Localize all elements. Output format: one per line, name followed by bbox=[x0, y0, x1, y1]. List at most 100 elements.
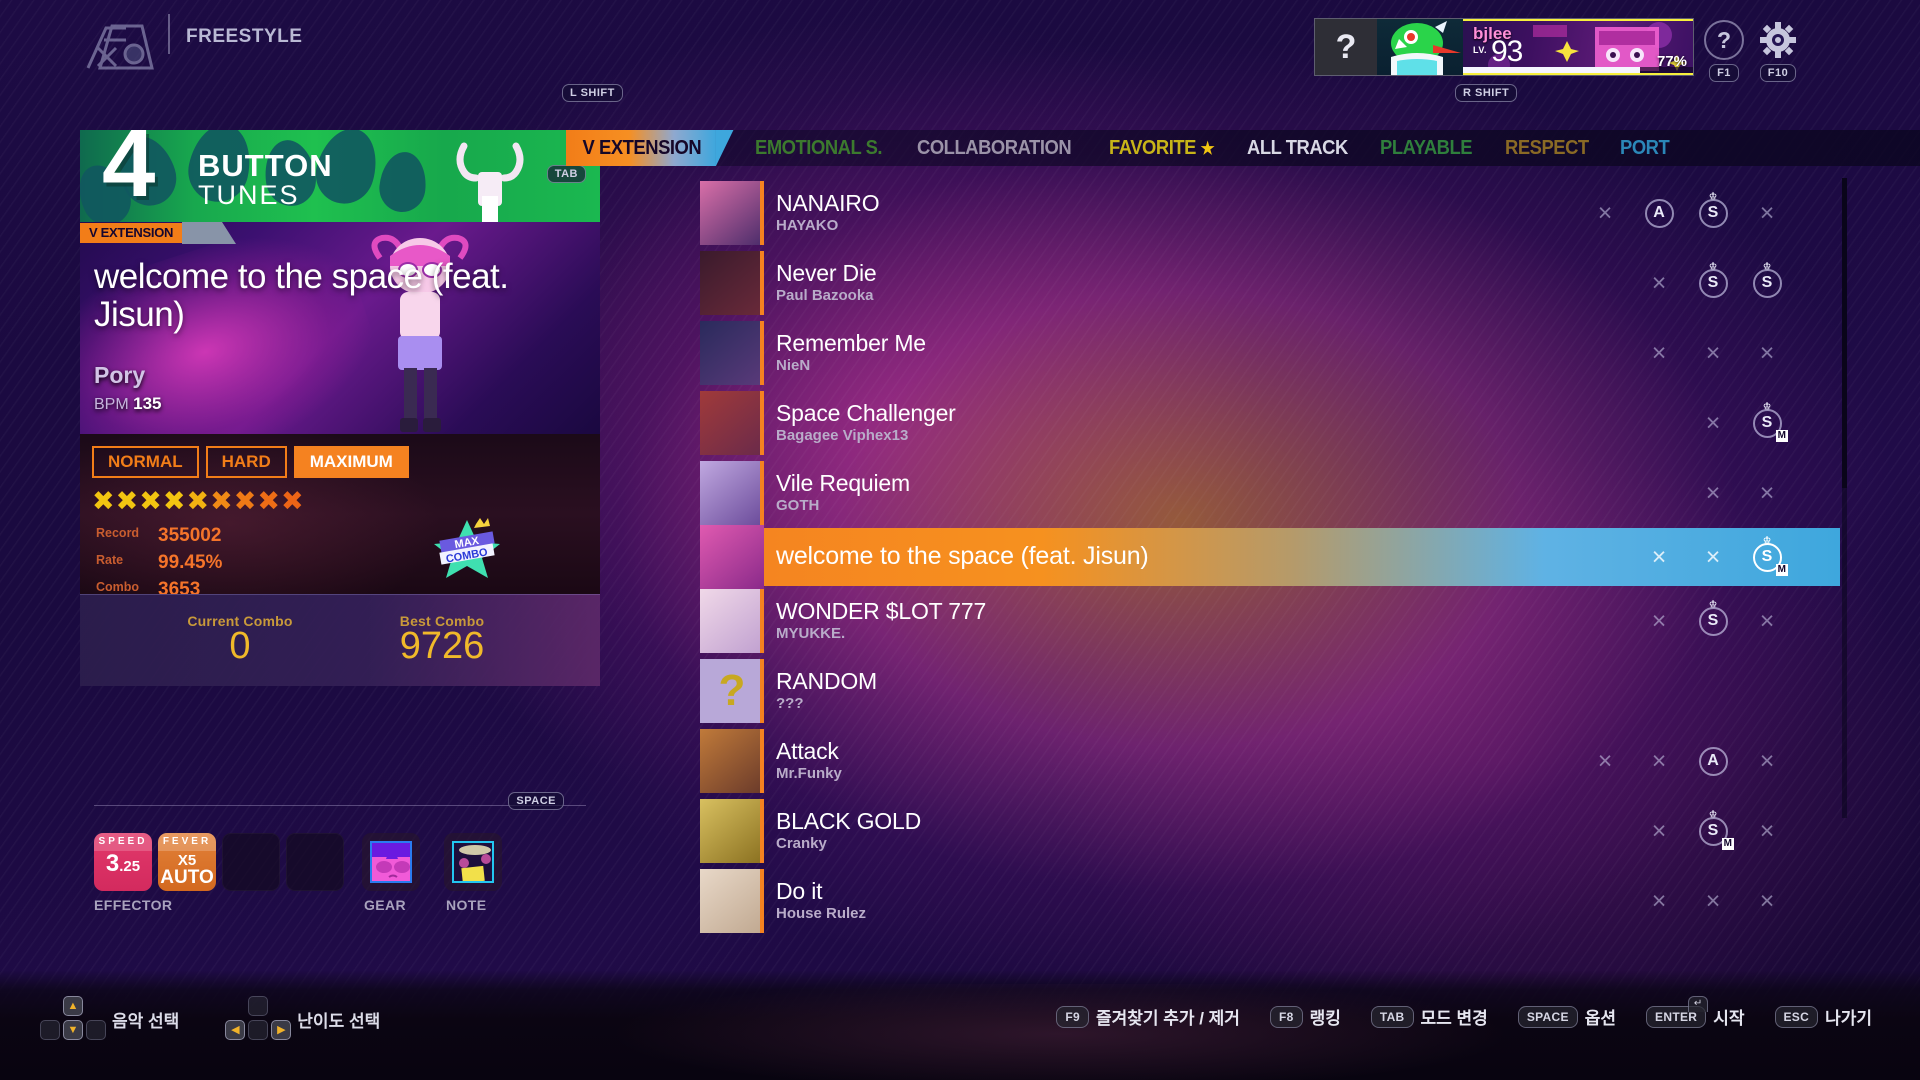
song-row-title: Remember Me bbox=[776, 329, 926, 356]
song-row-selected[interactable]: welcome to the space (feat. Jisun) × × ♔ S M bbox=[700, 525, 1840, 589]
song-category-badge: V EXTENSION bbox=[80, 222, 237, 244]
tab-favorite[interactable]: FAVORITE ★ bbox=[1109, 137, 1215, 160]
tab-label: RESPECT bbox=[1504, 136, 1589, 159]
speed-effector-slot[interactable]: SPEED 3.25 bbox=[94, 833, 152, 891]
help-button[interactable]: ? F1 bbox=[1702, 20, 1746, 83]
song-row-artist: ??? bbox=[776, 695, 804, 713]
fever-effector-slot[interactable]: FEVER X5 AUTO bbox=[158, 833, 216, 891]
tab-all-track[interactable]: ALL TRACK bbox=[1247, 137, 1348, 160]
profile-level: 93 bbox=[1491, 35, 1523, 68]
difficulty-button-normal[interactable]: NORMAL bbox=[92, 446, 199, 478]
song-rank-marks: × × ♔ S M bbox=[1644, 535, 1840, 576]
tab-port[interactable]: PORT bbox=[1620, 137, 1670, 160]
unplayed-x-icon: × bbox=[1705, 886, 1721, 915]
settings-key: F10 bbox=[1759, 64, 1797, 83]
djmax-song-select-screen: FREESTYLE ? bjlee LV. 93 77% ? F1 F10 4 … bbox=[0, 0, 1920, 1080]
record-row: Combo 3653 bbox=[96, 580, 222, 594]
profile-percent: 77% bbox=[1656, 53, 1687, 70]
difficulty-star: ✖ bbox=[162, 486, 186, 516]
tab-respect[interactable]: RESPECT bbox=[1505, 137, 1589, 160]
fever-multiplier: X5 bbox=[177, 852, 197, 869]
effector-row: SPACE SPEED 3.25 FEVER X5 AUTO EFFECTOR … bbox=[80, 792, 600, 913]
song-row-artist: Bagagee Viphex13 bbox=[776, 427, 909, 445]
song-category-label: V EXTENSION bbox=[80, 223, 183, 243]
action-hint-key: F8 bbox=[1269, 1005, 1303, 1028]
song-row[interactable]: NANAIRO HAYAKO × A ♔ S × bbox=[700, 178, 1840, 248]
song-row[interactable]: WONDER $LOT 777 MYUKKE. × ♔ S × bbox=[700, 586, 1840, 656]
song-text: WONDER $LOT 777 MYUKKE. bbox=[776, 597, 1644, 643]
action-hint-f8[interactable]: F8 랭킹 bbox=[1269, 1004, 1341, 1029]
difficulty-star: ✖ bbox=[233, 486, 257, 516]
song-row-title: Space Challenger bbox=[776, 399, 956, 426]
difficulty-button-maximum[interactable]: MAXIMUM bbox=[293, 446, 409, 478]
rank-badge-a-icon: A bbox=[1698, 746, 1728, 776]
song-text: RANDOM??? bbox=[776, 668, 1782, 713]
difficulty-panel: NORMAL HARD MAXIMUM ✖ ✖ ✖ ✖ ✖ ✖ ✖ ✖ ✖ Record 355002… bbox=[80, 434, 600, 594]
action-hint-tab[interactable]: TAB 모드 변경 bbox=[1370, 1004, 1488, 1029]
scrollbar-thumb[interactable] bbox=[1842, 178, 1847, 488]
effector-slot-empty-1[interactable] bbox=[222, 833, 280, 891]
note-label: NOTE bbox=[446, 897, 487, 913]
settings-button[interactable]: F10 bbox=[1756, 20, 1800, 83]
action-hints: F9 즐겨찾기 추가 / 제거 F8 랭킹 TAB 모드 변경 SPACE 옵션 ↵ ENTER 시… bbox=[1056, 995, 1872, 1029]
tab-playable[interactable]: PLAYABLE bbox=[1380, 137, 1473, 160]
song-text: Remember Me NieN bbox=[776, 329, 1644, 375]
tunes-banner[interactable]: 4 BUTTON TUNES TAB bbox=[80, 130, 600, 222]
song-row[interactable]: ? RANDOM??? bbox=[700, 656, 1840, 726]
song-row[interactable]: Space Challenger Bagagee Viphex13 × ♔ S M bbox=[700, 388, 1840, 458]
song-row-artist: House Rulez bbox=[776, 905, 867, 923]
current-combo: Current Combo 0 bbox=[140, 613, 340, 665]
action-hint-key: SPACE bbox=[1517, 1005, 1578, 1028]
navigation-hints: ▲ ▼ 음악 선택 ◀ ▶ 난이도 선택 bbox=[40, 996, 380, 1042]
best-combo-value: 9726 bbox=[399, 625, 485, 667]
player-profile-card[interactable]: ? bjlee LV. 93 77% bbox=[1314, 18, 1694, 76]
song-row[interactable]: Vile Requiem GOTH × × bbox=[700, 458, 1840, 528]
action-hint-f9[interactable]: F9 즐겨찾기 추가 / 제거 bbox=[1056, 1004, 1240, 1029]
difficulty-star: ✖ bbox=[92, 486, 115, 516]
difficulty-buttons[interactable]: NORMAL HARD MAXIMUM bbox=[92, 446, 409, 478]
tab-collaboration[interactable]: COLLABORATION bbox=[917, 137, 1072, 160]
enter-key-icon: ↵ ENTER bbox=[1646, 995, 1709, 1028]
song-row[interactable]: Attack Mr.Funky × × A × bbox=[700, 726, 1840, 796]
current-combo-value: 0 bbox=[229, 625, 251, 667]
difficulty-star: ✖ bbox=[115, 486, 139, 516]
action-hint-esc[interactable]: ESC 나가기 bbox=[1774, 1004, 1872, 1029]
difficulty-star: ✖ bbox=[186, 486, 210, 516]
song-bpm: BPM 135 bbox=[94, 394, 162, 414]
unplayed-x-icon: × bbox=[1759, 338, 1775, 367]
song-thumbnail bbox=[700, 461, 764, 525]
effector-slot-empty-2[interactable] bbox=[286, 833, 344, 891]
action-hint-space[interactable]: SPACE 옵션 bbox=[1517, 1004, 1616, 1029]
unplayed-x-icon: × bbox=[1651, 268, 1667, 297]
record-row: Rate 99.45% bbox=[96, 553, 222, 572]
nav-hint: ▲ ▼ 음악 선택 bbox=[40, 996, 179, 1042]
action-hint-enter[interactable]: ↵ ENTER 시작 bbox=[1646, 995, 1745, 1029]
rank-badge-s-icon: ♔ S bbox=[1698, 599, 1728, 636]
song-text: Attack Mr.Funky bbox=[776, 737, 1590, 783]
gear-slot[interactable] bbox=[362, 833, 420, 891]
song-row[interactable]: Remember Me NieN × × × bbox=[700, 318, 1840, 388]
song-thumbnail bbox=[700, 181, 764, 245]
profile-unknown-icon: ? bbox=[1315, 19, 1377, 75]
song-list-scrollbar[interactable] bbox=[1842, 178, 1847, 818]
unplayed-x-icon: × bbox=[1759, 746, 1775, 775]
song-row[interactable]: BLACK GOLD Cranky × ♔ S M × bbox=[700, 796, 1840, 866]
song-jacket: V EXTENSION welcome to the space (feat. … bbox=[80, 222, 600, 434]
unplayed-x-icon: × bbox=[1651, 816, 1667, 845]
action-hint-label: 모드 변경 bbox=[1420, 1009, 1488, 1028]
difficulty-button-hard[interactable]: HARD bbox=[205, 446, 287, 478]
nav-hint-label: 난이도 선택 bbox=[297, 1011, 381, 1031]
song-row-title: Attack bbox=[776, 737, 839, 764]
category-tab-bar[interactable]: V EXTENSION EMOTIONAL S. COLLABORATION FAVO… bbox=[566, 130, 1920, 166]
unplayed-x-icon: × bbox=[1759, 886, 1775, 915]
song-row-artist: NieN bbox=[776, 357, 811, 375]
left-shift-key-hint: L SHIFT bbox=[562, 84, 623, 103]
tab-emotional-s[interactable]: EMOTIONAL S. bbox=[755, 137, 883, 160]
song-row-title: WONDER $LOT 777 bbox=[776, 597, 987, 624]
song-thumbnail: ? bbox=[700, 659, 764, 723]
song-row[interactable]: Do it House Rulez × × × bbox=[700, 866, 1840, 936]
song-row[interactable]: Never Die Paul Bazooka × ♔ S ♔ S bbox=[700, 248, 1840, 318]
song-list[interactable]: NANAIRO HAYAKO × A ♔ S × Never Die Paul Bazooka ×… bbox=[700, 178, 1840, 936]
note-slot[interactable] bbox=[444, 833, 502, 891]
tab-v-extension[interactable]: V EXTENSION bbox=[566, 130, 734, 166]
